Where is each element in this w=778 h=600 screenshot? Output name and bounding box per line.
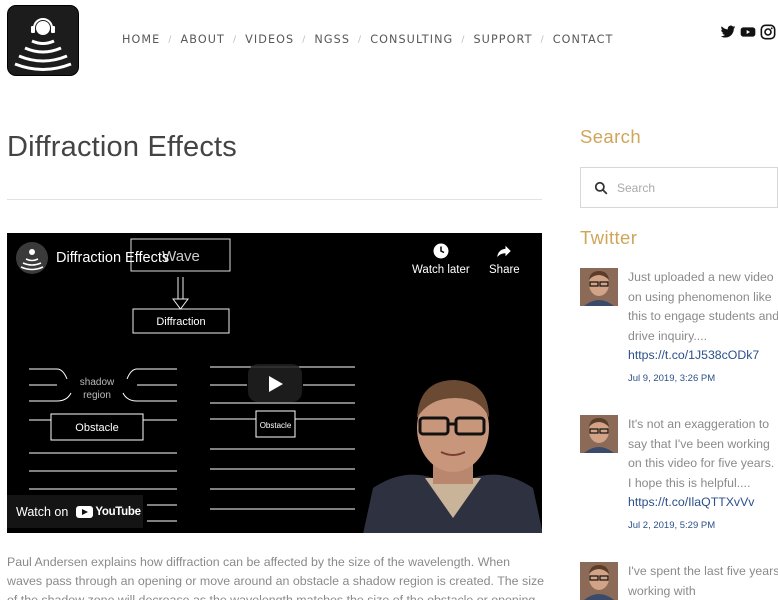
share-button[interactable]: Share xyxy=(489,242,520,276)
nav-videos[interactable]: VIDEOS xyxy=(245,33,294,46)
avatar[interactable] xyxy=(580,415,618,453)
diagram-shadow-label-2: region xyxy=(83,390,111,401)
nav-ngss[interactable]: NGSS xyxy=(314,33,350,46)
avatar[interactable] xyxy=(580,268,618,306)
search-icon xyxy=(594,181,608,195)
tweet-date[interactable]: Jul 9, 2019, 3:26 PM xyxy=(628,369,778,389)
divider xyxy=(7,199,542,200)
youtube-play-icon xyxy=(76,505,94,518)
tweet-text: It's not an exaggeration to say that I'v… xyxy=(628,417,775,490)
watch-later-label: Watch later xyxy=(412,264,470,276)
youtube-icon[interactable] xyxy=(740,24,756,40)
nav-separator: / xyxy=(358,34,363,45)
youtube-wordmark: YouTube xyxy=(95,505,141,518)
tweet-link[interactable]: https://t.co/IlaQTTXvVv xyxy=(628,493,778,513)
nav-home[interactable]: HOME xyxy=(122,33,160,46)
main-nav: HOME / ABOUT / VIDEOS / NGSS / CONSULTIN… xyxy=(122,33,613,46)
watch-later-button[interactable]: Watch later xyxy=(412,242,470,276)
watch-on-youtube-button[interactable]: Watch on YouTube xyxy=(7,495,143,528)
nav-contact[interactable]: CONTACT xyxy=(553,33,614,46)
nav-support[interactable]: SUPPORT xyxy=(473,33,532,46)
tweet-body: Just uploaded a new video on using pheno… xyxy=(628,268,778,388)
nav-separator: / xyxy=(461,34,466,45)
diagram-diffraction-label: Diffraction xyxy=(156,316,205,328)
tweet-body: It's not an exaggeration to say that I'v… xyxy=(628,415,778,535)
search-input[interactable] xyxy=(617,178,767,198)
tweet-link[interactable]: https://t.co/1J538cODk7 xyxy=(628,346,778,366)
diagram-obstacle-small: Obstacle xyxy=(260,421,292,430)
tweet-body: I've spent the last five years working w… xyxy=(628,562,778,600)
tweet-text: I've spent the last five years working w… xyxy=(628,564,778,598)
share-label: Share xyxy=(489,264,520,276)
video-title[interactable]: Diffraction Effects xyxy=(56,250,169,266)
twitter-heading: Twitter xyxy=(580,227,638,248)
avatar[interactable] xyxy=(580,562,618,600)
nav-separator: / xyxy=(168,34,173,45)
diagram-shadow-label-1: shadow xyxy=(80,377,115,388)
nav-separator: / xyxy=(540,34,545,45)
tweet-date[interactable]: Jul 2, 2019, 5:29 PM xyxy=(628,516,778,536)
instagram-icon[interactable] xyxy=(760,24,776,40)
watch-on-label: Watch on xyxy=(16,504,69,519)
tweet-text: Just uploaded a new video on using pheno… xyxy=(628,270,778,343)
presenter-image xyxy=(363,380,542,533)
channel-avatar[interactable] xyxy=(16,242,48,274)
share-icon xyxy=(495,242,513,260)
clock-icon xyxy=(432,242,450,260)
nav-consulting[interactable]: CONSULTING xyxy=(370,33,453,46)
site-logo[interactable] xyxy=(7,5,79,76)
article-body: Paul Andersen explains how diffraction c… xyxy=(7,555,545,600)
social-links xyxy=(720,24,776,40)
nav-separator: / xyxy=(302,34,307,45)
search-heading: Search xyxy=(580,126,642,147)
youtube-logo: YouTube xyxy=(76,505,141,518)
video-player[interactable]: Wave Diffraction shadow region Obstacle xyxy=(7,233,542,533)
diagram-obstacle-large: Obstacle xyxy=(75,422,118,434)
play-button[interactable] xyxy=(248,364,302,402)
twitter-icon[interactable] xyxy=(720,24,736,40)
nav-separator: / xyxy=(232,34,238,45)
nav-about[interactable]: ABOUT xyxy=(180,33,224,46)
search-box xyxy=(580,167,778,208)
page-title: Diffraction Effects xyxy=(7,131,237,163)
